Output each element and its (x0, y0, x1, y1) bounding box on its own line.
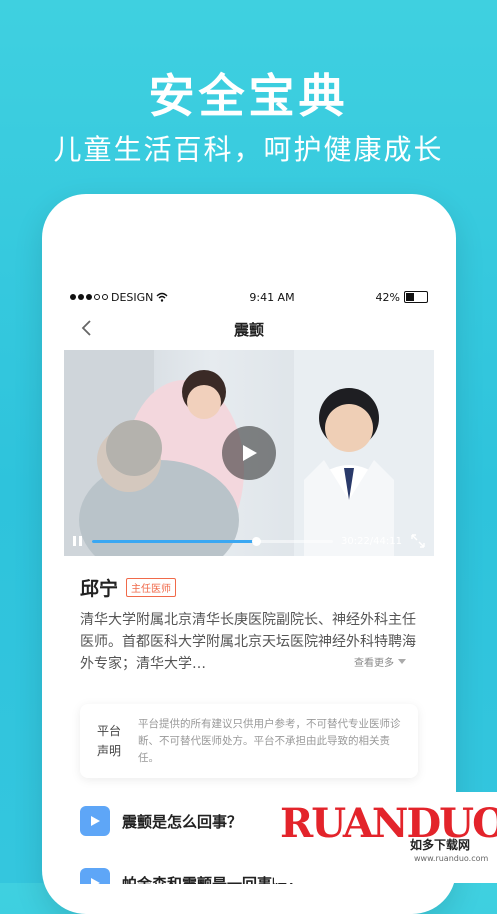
play-icon (80, 868, 110, 884)
hero-title: 安全宝典 (148, 69, 349, 123)
wifi-icon (156, 292, 168, 302)
signal-icon (70, 294, 108, 300)
doctor-name: 邱宁 (80, 578, 119, 600)
disclaimer-label-line2: 声明 (96, 744, 121, 758)
watermark-logo: RUANDUO 如多下载网 www.ruanduo.com (274, 792, 497, 883)
watermark-url: www.ruanduo.com (414, 854, 489, 863)
disclaimer-label-line1: 平台 (96, 724, 121, 738)
see-more-label: 查看更多 (354, 658, 394, 669)
caret-down-icon (398, 659, 406, 664)
video-controls: 30:22/44:11 (64, 526, 434, 556)
progress-knob[interactable] (251, 536, 261, 546)
play-icon (80, 806, 110, 836)
hero-subtitle: 儿童生活百科，呵护健康成长 (53, 133, 444, 166)
battery-percent: 42% (375, 290, 400, 304)
status-time: 9:41 AM (249, 290, 295, 304)
video-player[interactable]: 30:22/44:11 (64, 350, 434, 556)
disclaimer-label: 平台 声明 (80, 721, 138, 761)
doctor-header: 邱宁 主任医师 (64, 556, 434, 601)
status-bar: DESIGN 9:41 AM 42% (64, 284, 434, 310)
progress-bar[interactable] (92, 536, 333, 546)
disclaimer-card: 平台 声明 平台提供的所有建议只供用户参考，不可替代专业医师诊断、不可替代医师处… (80, 704, 418, 778)
play-button[interactable] (222, 426, 276, 480)
video-time: 30:22/44:11 (340, 535, 402, 547)
fullscreen-icon[interactable] (410, 533, 426, 549)
chevron-left-icon[interactable] (78, 318, 98, 338)
see-more-button[interactable]: 查看更多 (354, 654, 406, 669)
page-title: 震颤 (233, 320, 264, 339)
watermark-cn: 如多下载网 (410, 838, 471, 852)
carrier-label: DESIGN (111, 290, 154, 304)
battery-icon (403, 291, 428, 303)
pause-icon[interactable] (72, 535, 84, 547)
qa-text: 震颤是怎么回事？ (122, 812, 243, 831)
disclaimer-text: 平台提供的所有建议只供用户参考，不可替代专业医师诊断、不可替代医师处方。平台不承… (138, 717, 401, 764)
play-icon (243, 445, 257, 461)
doctor-title-badge: 主任医师 (126, 578, 177, 597)
nav-bar: 震颤 (64, 310, 434, 348)
